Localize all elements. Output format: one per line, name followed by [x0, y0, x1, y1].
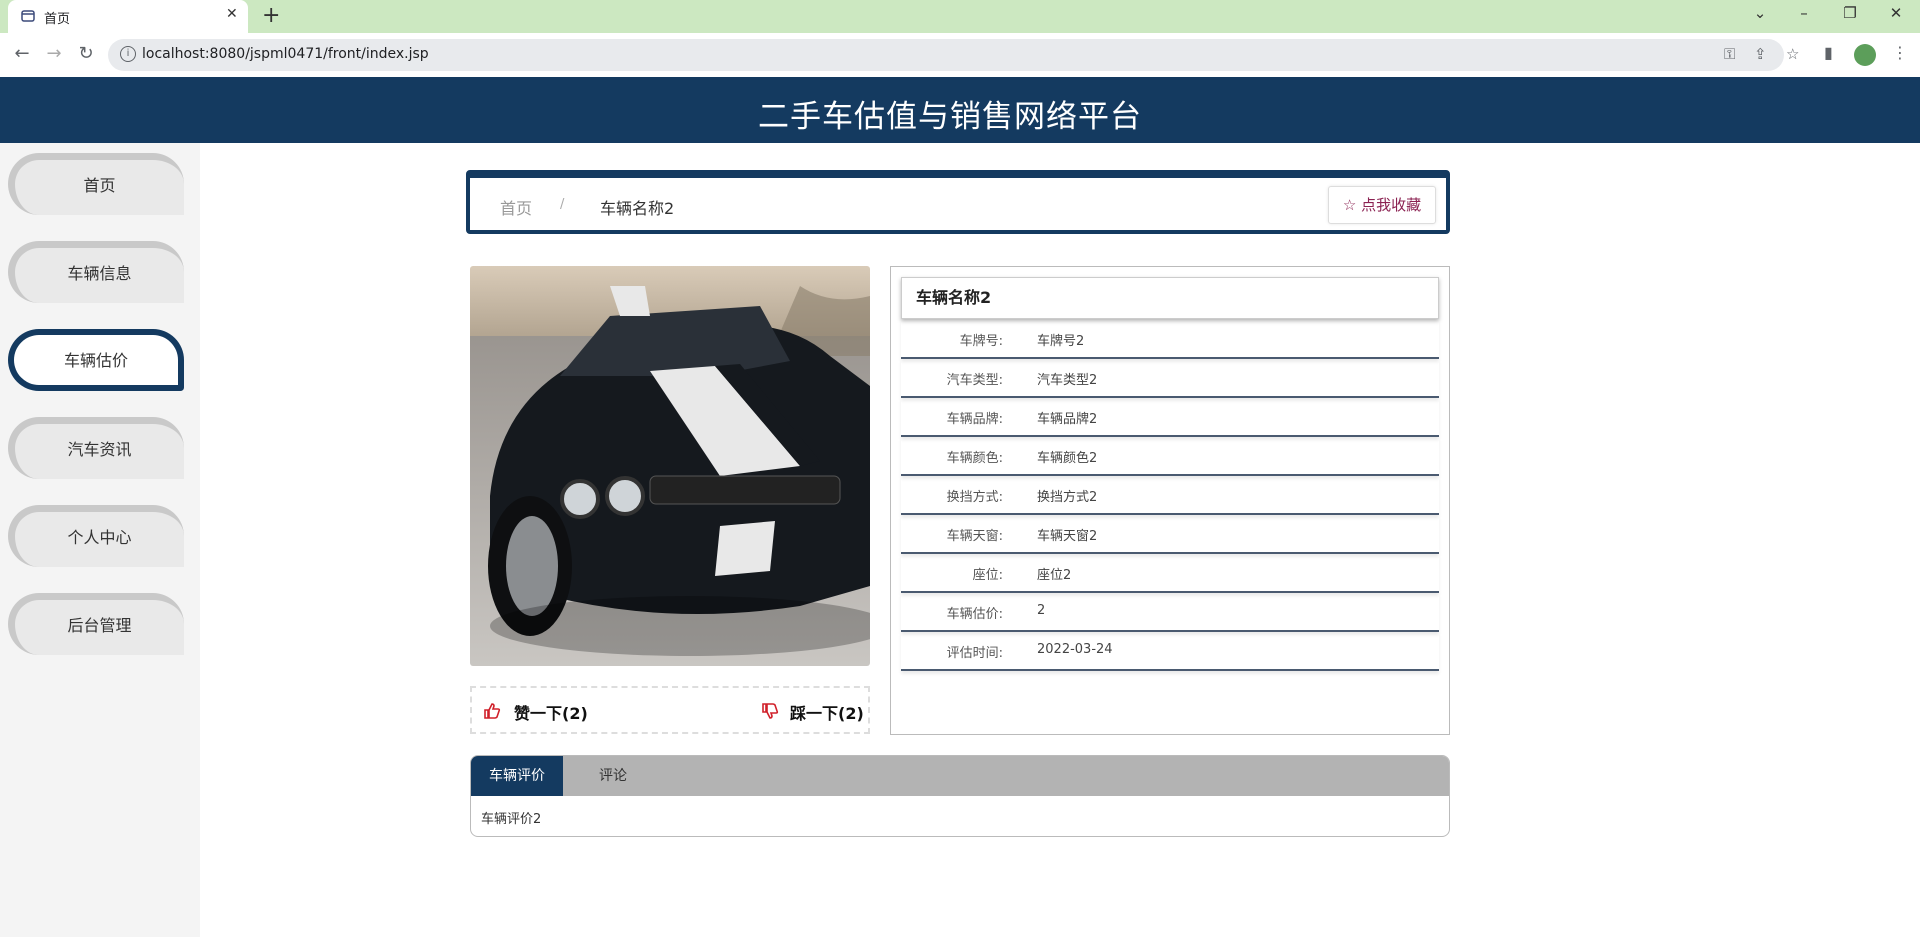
detail-row: 车辆品牌: 车辆品牌2	[901, 398, 1439, 437]
favorite-button[interactable]: ☆ 点我收藏	[1328, 186, 1436, 224]
forward-icon[interactable]: →	[42, 43, 66, 64]
detail-row: 汽车类型: 汽车类型2	[901, 359, 1439, 398]
detail-value: 车辆天窗2	[1037, 529, 1098, 544]
side-panel-icon[interactable]: ▮	[1824, 43, 1833, 62]
site-header: 二手车估值与销售网络平台	[0, 77, 1920, 143]
detail-label: 换挡方式:	[946, 490, 1003, 505]
breadcrumb-separator: /	[560, 197, 565, 212]
dislike-button[interactable]: 踩一下(2)	[790, 700, 864, 724]
sidebar-item-vehicle-valuation[interactable]: 车辆估价	[8, 329, 184, 391]
thumbs-up-icon[interactable]	[482, 701, 502, 721]
detail-value: 座位2	[1037, 568, 1072, 583]
tab-content: 车辆评价2	[481, 812, 542, 827]
omnibox[interactable]: i localhost:8080/jspml0471/front/index.j…	[108, 39, 1799, 71]
url-text[interactable]: localhost:8080/jspml0471/front/index.jsp	[142, 46, 429, 62]
back-icon[interactable]: ←	[10, 43, 34, 64]
site-info-icon[interactable]: i	[120, 46, 136, 62]
site-title: 二手车估值与销售网络平台	[758, 99, 1142, 135]
vehicle-detail-panel: 车辆名称2 车牌号: 车牌号2 汽车类型: 汽车类型2 车辆品牌: 车辆品牌2 …	[890, 266, 1450, 735]
thumbs-down-icon[interactable]	[760, 701, 780, 721]
detail-row: 评估时间: 2022-03-24	[901, 632, 1439, 671]
detail-row: 车辆估价: 2	[901, 593, 1439, 632]
tab-comments[interactable]: 评论	[563, 756, 663, 796]
menu-kebab-icon[interactable]: ⋮	[1892, 43, 1908, 62]
detail-value: 2	[1037, 603, 1046, 618]
detail-value: 汽车类型2	[1037, 373, 1098, 388]
detail-label: 车辆颜色:	[946, 451, 1003, 466]
detail-value: 换挡方式2	[1037, 490, 1098, 505]
detail-row: 座位: 座位2	[901, 554, 1439, 593]
detail-label: 汽车类型:	[946, 373, 1003, 388]
share-icon[interactable]: ⇪	[1754, 45, 1767, 63]
like-bar: 赞一下(2) 踩一下(2)	[470, 686, 870, 734]
new-tab-icon[interactable]: +	[262, 3, 280, 28]
tab-search-chevron-icon[interactable]: ⌄	[1748, 4, 1772, 22]
detail-label: 车牌号:	[959, 334, 1003, 349]
key-icon[interactable]: ⚿	[1724, 45, 1735, 63]
detail-row: 车辆天窗: 车辆天窗2	[901, 515, 1439, 554]
detail-value: 车辆品牌2	[1037, 412, 1098, 427]
detail-label: 车辆估价:	[946, 607, 1003, 622]
address-bar: ← → ↻ i localhost:8080/jspml0471/front/i…	[0, 33, 1920, 77]
sidebar-item-car-news[interactable]: 汽车资讯	[8, 417, 184, 479]
breadcrumb-current: 车辆名称2	[600, 199, 675, 218]
sidebar-item-admin[interactable]: 后台管理	[8, 593, 184, 655]
review-tabs: 车辆评价 评论 车辆评价2	[470, 755, 1450, 837]
breadcrumb: 首页 / 车辆名称2 ☆ 点我收藏	[466, 170, 1450, 234]
detail-label: 车辆天窗:	[946, 529, 1003, 544]
detail-row: 换挡方式: 换挡方式2	[901, 476, 1439, 515]
detail-value: 2022-03-24	[1037, 642, 1113, 657]
detail-value: 车辆颜色2	[1037, 451, 1098, 466]
sidebar: 首页 车辆信息 车辆估价 汽车资讯 个人中心 后台管理	[0, 143, 200, 937]
window-close-icon[interactable]: ✕	[1884, 4, 1908, 22]
tabs-header: 车辆评价 评论	[471, 756, 1449, 796]
store-icon	[21, 10, 35, 22]
detail-row: 车牌号: 车牌号2	[901, 320, 1439, 359]
reload-icon[interactable]: ↻	[74, 43, 98, 64]
bookmark-star-icon[interactable]: ☆	[1786, 45, 1799, 63]
sidebar-item-vehicle-info[interactable]: 车辆信息	[8, 241, 184, 303]
detail-row: 车辆颜色: 车辆颜色2	[901, 437, 1439, 476]
detail-label: 车辆品牌:	[946, 412, 1003, 427]
detail-value: 车牌号2	[1037, 334, 1085, 349]
minimize-icon[interactable]: –	[1792, 4, 1816, 22]
tab-vehicle-review[interactable]: 车辆评价	[471, 756, 563, 796]
like-button[interactable]: 赞一下(2)	[514, 700, 588, 724]
breadcrumb-home-link[interactable]: 首页	[500, 195, 532, 219]
tab-close-icon[interactable]: ✕	[226, 6, 238, 22]
sidebar-item-personal-center[interactable]: 个人中心	[8, 505, 184, 567]
browser-tab[interactable]: 首页 ✕	[8, 0, 248, 33]
profile-avatar[interactable]	[1854, 44, 1876, 66]
restore-icon[interactable]: ❐	[1838, 4, 1862, 22]
browser-tabbar: 首页 ✕ + ⌄ – ❐ ✕	[0, 0, 1920, 33]
detail-label: 评估时间:	[946, 646, 1003, 661]
tab-title: 首页	[44, 12, 71, 27]
detail-label: 座位:	[972, 568, 1003, 583]
vehicle-name: 车辆名称2	[901, 277, 1439, 319]
sidebar-item-home[interactable]: 首页	[8, 153, 184, 215]
car-image	[470, 266, 870, 666]
